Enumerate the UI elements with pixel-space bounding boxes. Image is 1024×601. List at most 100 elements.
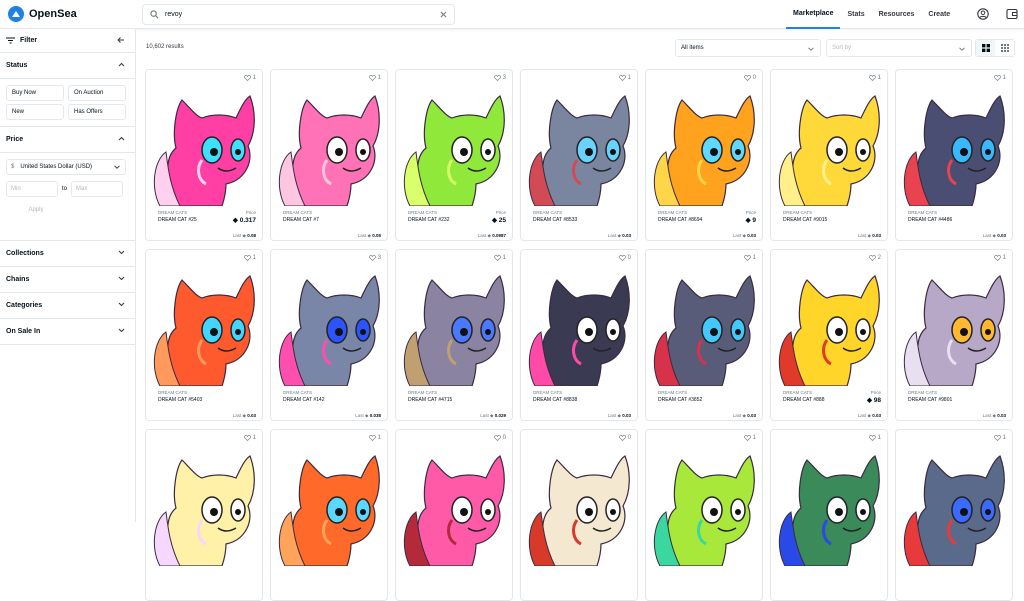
nft-name[interactable]: DREAM CAT #8838 (533, 397, 577, 403)
nft-card[interactable]: 1 DREAM CATS DREAM CAT #4486 Last ◆ 0.03 (895, 69, 1013, 241)
favorite-count[interactable]: 1 (868, 435, 881, 441)
nft-image[interactable] (771, 268, 888, 386)
favorite-count[interactable]: 1 (993, 255, 1006, 261)
nft-name[interactable]: DREAM CAT #3852 (658, 397, 702, 403)
sidebar-section-chains[interactable]: Chains (0, 267, 135, 293)
nft-card[interactable]: 3 DREAM CATS DREAM CAT #232 Price ◆ 25 Last ◆… (395, 69, 513, 241)
nft-card[interactable]: 0 (520, 429, 638, 601)
favorite-count[interactable]: 0 (743, 75, 756, 81)
status-chip-has-offers[interactable]: Has Offers (68, 104, 126, 120)
nft-image[interactable] (396, 268, 513, 386)
nft-image[interactable] (646, 268, 763, 386)
nft-name[interactable]: DREAM CAT #8533 (533, 217, 577, 223)
nft-name[interactable]: DREAM CAT #7 (283, 217, 319, 223)
nav-resources[interactable]: Resources (872, 0, 922, 29)
nft-image[interactable] (271, 88, 388, 206)
nft-card[interactable]: 2 DREAM CATS DREAM CAT #888 Price ◆ 98 Last ◆… (770, 249, 888, 421)
favorite-count[interactable]: 3 (493, 75, 506, 81)
collection-name[interactable]: DREAM CATS (533, 390, 562, 395)
collection-name[interactable]: DREAM CATS (283, 210, 312, 215)
status-chip-new[interactable]: New (6, 104, 64, 120)
favorite-count[interactable]: 1 (993, 75, 1006, 81)
favorite-count[interactable]: 1 (743, 435, 756, 441)
nft-image[interactable] (896, 88, 1013, 206)
nav-marketplace[interactable]: Marketplace (786, 0, 841, 29)
price-min-input[interactable]: Min (6, 181, 58, 197)
collection-name[interactable]: DREAM CATS (908, 210, 937, 215)
nft-image[interactable] (271, 268, 388, 386)
nft-card[interactable]: 1 (770, 429, 888, 601)
nft-card[interactable]: 1 (895, 429, 1013, 601)
nft-card[interactable]: 1 DREAM CATS DREAM CAT #9801 Last ◆ 0.03 (895, 249, 1013, 421)
collection-name[interactable]: DREAM CATS (658, 390, 687, 395)
nft-card[interactable]: 1 DREAM CATS DREAM CAT #4715 Last ◆ 0.029 (395, 249, 513, 421)
collection-name[interactable]: DREAM CATS (408, 210, 437, 215)
currency-select[interactable]: $ United States Dollar (USD) (6, 159, 126, 175)
collection-name[interactable]: DREAM CATS (658, 210, 687, 215)
sidebar-section-categories[interactable]: Categories (0, 293, 135, 319)
collapse-sidebar-arrow-icon[interactable] (117, 36, 125, 44)
search-input[interactable] (165, 11, 434, 18)
search-bar[interactable] (142, 4, 455, 25)
favorite-count[interactable]: 0 (493, 435, 506, 441)
nft-card[interactable]: 1 (270, 429, 388, 601)
sidebar-section-collections[interactable]: Collections (0, 241, 135, 267)
favorite-count[interactable]: 1 (618, 75, 631, 81)
favorite-count[interactable]: 1 (243, 435, 256, 441)
nft-name[interactable]: DREAM CAT #4486 (908, 217, 952, 223)
nft-card[interactable]: 1 (645, 429, 763, 601)
status-chip-on-auction[interactable]: On Auction (68, 85, 126, 101)
favorite-count[interactable]: 1 (243, 255, 256, 261)
favorite-count[interactable]: 1 (743, 255, 756, 261)
favorite-count[interactable]: 1 (368, 75, 381, 81)
favorite-count[interactable]: 0 (618, 435, 631, 441)
nft-image[interactable] (146, 88, 263, 206)
clear-search-icon[interactable] (440, 11, 447, 18)
collection-name[interactable]: DREAM CATS (908, 390, 937, 395)
favorite-count[interactable]: 3 (368, 255, 381, 261)
nft-name[interactable]: DREAM CAT #888 (783, 397, 825, 403)
nav-stats[interactable]: Stats (840, 0, 871, 29)
nft-image[interactable] (146, 268, 263, 386)
nft-card[interactable]: 1 DREAM CATS DREAM CAT #5403 Last ◆ 0.03 (145, 249, 263, 421)
favorite-count[interactable]: 1 (243, 75, 256, 81)
favorite-count[interactable]: 2 (868, 255, 881, 261)
price-max-input[interactable]: Max (71, 181, 124, 197)
nft-image[interactable] (521, 448, 638, 566)
status-section-header[interactable]: Status (0, 53, 135, 79)
collection-name[interactable]: DREAM CATS (533, 210, 562, 215)
nft-card[interactable]: 1 DREAM CATS DREAM CAT #7 Last ◆ 0.05 (270, 69, 388, 241)
price-section-header[interactable]: Price (0, 127, 135, 153)
nft-card[interactable]: 1 DREAM CATS DREAM CAT #9015 Last ◆ 0.03 (770, 69, 888, 241)
collection-name[interactable]: DREAM CATS (158, 390, 187, 395)
nft-name[interactable]: DREAM CAT #9015 (783, 217, 827, 223)
nft-card[interactable]: 0 DREAM CATS DREAM CAT #8838 Last ◆ 0.03 (520, 249, 638, 421)
nft-image[interactable] (396, 88, 513, 206)
nft-card[interactable]: 1 (145, 429, 263, 601)
nft-name[interactable]: DREAM CAT #232 (408, 217, 450, 223)
status-chip-buy-now[interactable]: Buy Now (6, 85, 64, 101)
nav-create[interactable]: Create (921, 0, 957, 29)
apply-price-button[interactable]: Apply (6, 203, 66, 217)
nft-image[interactable] (771, 448, 888, 566)
opensea-logo[interactable]: OpenSea (8, 6, 77, 22)
nft-image[interactable] (646, 88, 763, 206)
nft-image[interactable] (896, 268, 1013, 386)
nft-card[interactable]: 1 DREAM CATS DREAM CAT #8533 Last ◆ 0.03 (520, 69, 638, 241)
collection-name[interactable]: DREAM CATS (158, 210, 187, 215)
items-filter-select[interactable]: All items (675, 39, 821, 57)
nft-card[interactable]: 1 DREAM CATS DREAM CAT #3852 Last ◆ 0.03 (645, 249, 763, 421)
nft-image[interactable] (521, 88, 638, 206)
favorite-count[interactable]: 1 (368, 435, 381, 441)
favorite-count[interactable]: 1 (993, 435, 1006, 441)
large-grid-button[interactable] (976, 40, 995, 56)
sort-select[interactable]: Sort by (826, 39, 972, 57)
nft-image[interactable] (646, 448, 763, 566)
collection-name[interactable]: DREAM CATS (408, 390, 437, 395)
wallet-icon[interactable] (1006, 8, 1018, 20)
favorite-count[interactable]: 0 (618, 255, 631, 261)
nft-image[interactable] (396, 448, 513, 566)
nft-image[interactable] (271, 448, 388, 566)
nft-name[interactable]: DREAM CAT #142 (283, 397, 325, 403)
nft-name[interactable]: DREAM CAT #4715 (408, 397, 452, 403)
